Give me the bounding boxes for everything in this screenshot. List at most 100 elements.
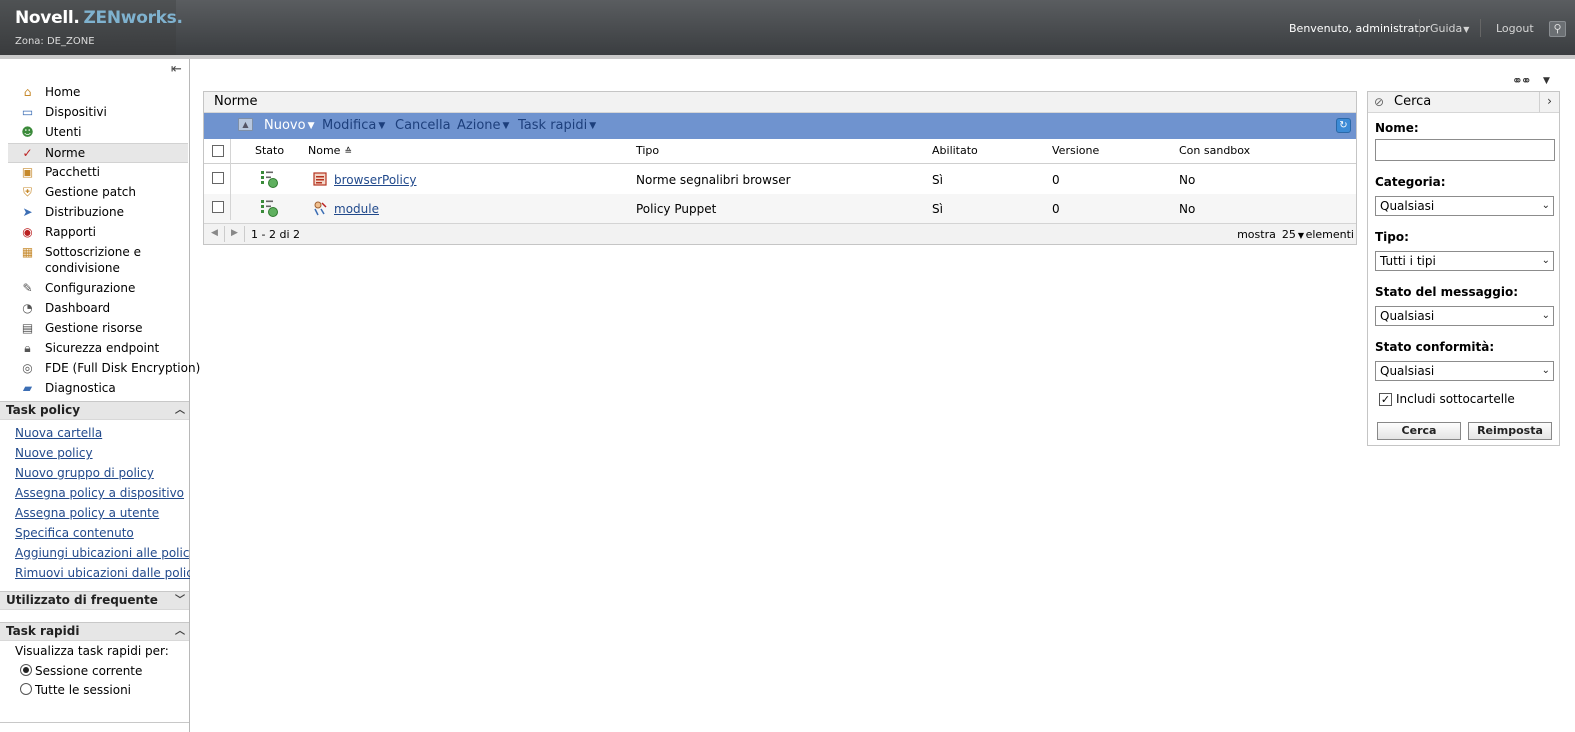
nav-item-fde[interactable]: ◎ FDE (Full Disk Encryption) [8, 359, 200, 379]
help-menu[interactable]: Guida▼ [1430, 22, 1469, 35]
policy-type: Norme segnalibri browser [636, 173, 791, 187]
nav-item-users[interactable]: ☻ Utenti [8, 123, 188, 143]
task-link-assign-user[interactable]: Assegna policy a utente [15, 503, 190, 523]
column-version[interactable]: Versione [1052, 144, 1099, 157]
radio-button[interactable] [20, 664, 32, 676]
nav-item-configuration[interactable]: ✎ Configurazione [8, 279, 188, 299]
previous-page-icon[interactable]: ◀ [211, 228, 218, 238]
nav-item-diagnostics[interactable]: ▰ Diagnostica [8, 379, 188, 399]
show-label: mostra [1237, 228, 1276, 241]
message-status-select[interactable]: Qualsiasi ⌄ [1375, 306, 1554, 326]
row-checkbox[interactable] [212, 201, 224, 213]
task-link-new-folder[interactable]: Nuova cartella [15, 423, 190, 443]
header-border [0, 55, 1575, 59]
compliance-status-select[interactable]: Qualsiasi ⌄ [1375, 361, 1554, 381]
select-all-checkbox[interactable] [212, 145, 224, 157]
category-label: Categoria: [1375, 175, 1446, 189]
nav-item-deployment[interactable]: ➤ Distribuzione [8, 203, 188, 223]
include-subfolders-checkbox[interactable]: ✓ [1379, 393, 1392, 406]
nav-item-dashboard[interactable]: ◔ Dashboard [8, 299, 188, 319]
chevron-down-icon: ▼ [1297, 231, 1304, 240]
frequently-used-header[interactable]: Utilizzato di frequente ﹀ [0, 591, 189, 610]
policy-name-link[interactable]: browserPolicy [334, 173, 417, 187]
task-link-add-locations[interactable]: Aggiungi ubicazioni alle policy [15, 543, 190, 563]
column-name[interactable]: Nome ≙ [308, 144, 352, 157]
column-status[interactable]: Stato [255, 144, 284, 157]
dashboard-icon: ◔ [22, 301, 33, 315]
tools-icon[interactable]: ⚲ [1549, 21, 1566, 37]
header-divider [1419, 19, 1420, 37]
quick-tasks-menu[interactable]: Task rapidi ▼ [518, 118, 596, 133]
category-select[interactable]: Qualsiasi ⌄ [1375, 196, 1554, 216]
link-icon[interactable]: ⚭⚭ [1512, 74, 1532, 89]
next-page-icon[interactable]: ▶ [231, 228, 238, 238]
nav-label: Pacchetti [45, 165, 100, 179]
divider [224, 226, 225, 242]
section-title: Task rapidi [6, 624, 80, 638]
chevron-down-icon: ▼ [589, 121, 597, 131]
page-range: 1 - 2 di 2 [251, 228, 300, 241]
new-menu[interactable]: Nuovo ▼ [264, 118, 315, 133]
sort-ascending-icon: ≙ [344, 147, 352, 157]
column-type[interactable]: Tipo [636, 144, 659, 157]
collapse-sidebar-icon[interactable]: ⇤ [171, 62, 182, 77]
select-value: Qualsiasi [1380, 309, 1435, 323]
radio-all-sessions[interactable]: Tutte le sessioni [20, 682, 131, 700]
search-button[interactable]: Cerca [1377, 422, 1461, 440]
column-sandbox[interactable]: Con sandbox [1179, 144, 1250, 157]
task-link-assign-device[interactable]: Assegna policy a dispositivo [15, 483, 190, 503]
folder-up-icon[interactable]: ▲ [238, 118, 253, 131]
nav-item-bundles[interactable]: ▣ Pacchetti [8, 163, 188, 183]
action-menu[interactable]: Azione ▼ [457, 118, 509, 133]
task-policy-header[interactable]: Task policy ︿ [0, 401, 189, 420]
reset-button[interactable]: Reimposta [1468, 422, 1552, 440]
policy-name-link[interactable]: module [334, 202, 379, 216]
nav-item-home[interactable]: ⌂ Home [8, 83, 188, 103]
home-icon: ⌂ [23, 85, 32, 99]
quick-tasks-header[interactable]: Task rapidi ︿ [0, 622, 189, 641]
task-link-specify-content[interactable]: Specifica contenuto [15, 523, 190, 543]
deployment-icon: ➤ [22, 205, 33, 219]
toolbar-label: Modifica [322, 118, 377, 133]
edit-menu[interactable]: Modifica ▼ [322, 118, 385, 133]
name-label: Nome: [1375, 121, 1419, 135]
table-row[interactable]: browserPolicy Norme segnalibri browser S… [204, 165, 1356, 194]
chevron-down-icon: ▼ [378, 121, 386, 131]
patch-icon: ⛨ [22, 185, 32, 199]
nav-label: Rapporti [45, 225, 96, 239]
column-enabled[interactable]: Abilitato [932, 144, 978, 157]
radio-current-session[interactable]: Sessione corrente [20, 663, 142, 681]
name-input[interactable] [1375, 139, 1555, 161]
nav-item-subscription[interactable]: ▦ Sottoscrizione e condivisione [8, 243, 188, 279]
policies-panel: Norme ▲ Nuovo ▼ Modifica ▼ Cancella Azione… [203, 91, 1357, 245]
page-size-selector[interactable]: mostra 25 ▼ [1237, 228, 1304, 241]
nav-item-policies[interactable]: ✓ Norme [8, 143, 188, 163]
type-select[interactable]: Tutti i tipi ⌄ [1375, 251, 1554, 271]
puppet-policy-icon [314, 201, 327, 216]
row-checkbox[interactable] [212, 172, 224, 184]
task-link-new-policy[interactable]: Nuove policy [15, 443, 190, 463]
nav-label: FDE (Full Disk Encryption) [45, 361, 201, 375]
chevron-down-icon[interactable]: ▼ [1543, 76, 1550, 86]
nav-label: Norme [45, 146, 86, 160]
logout-link[interactable]: Logout [1496, 22, 1534, 35]
task-link-remove-locations[interactable]: Rimuovi ubicazioni dalle policy [15, 563, 190, 583]
refresh-icon[interactable]: ↻ [1336, 118, 1351, 133]
chevron-right-icon[interactable]: › [1539, 92, 1559, 112]
nav-label: Gestione risorse [45, 321, 143, 335]
nav-item-endpoint-security[interactable]: 🔒︎ Sicurezza endpoint [8, 339, 188, 359]
nav-item-devices[interactable]: ▭ Dispositivi [8, 103, 188, 123]
task-link-new-policy-group[interactable]: Nuovo gruppo di policy [15, 463, 190, 483]
select-value: Tutti i tipi [1380, 254, 1436, 268]
table-row[interactable]: module Policy Puppet Sì 0 No [204, 194, 1356, 223]
policy-status-icon [261, 171, 278, 188]
nav-item-asset[interactable]: ▤ Gestione risorse [8, 319, 188, 339]
radio-label: Tutte le sessioni [35, 683, 132, 697]
radio-button[interactable] [20, 683, 32, 695]
delete-button[interactable]: Cancella [395, 118, 451, 133]
chevron-down-icon: ⌄ [1541, 310, 1550, 321]
policy-version: 0 [1052, 173, 1060, 187]
type-label: Tipo: [1375, 230, 1409, 244]
nav-item-patch[interactable]: ⛨ Gestione patch [8, 183, 188, 203]
nav-item-reports[interactable]: ◉ Rapporti [8, 223, 188, 243]
